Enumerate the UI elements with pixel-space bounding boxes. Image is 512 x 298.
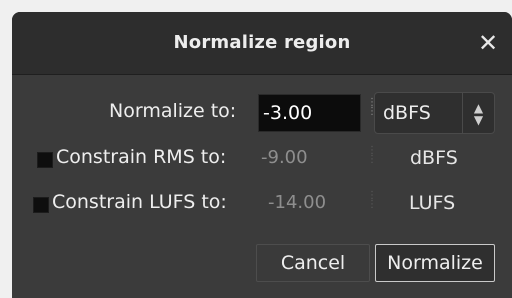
close-icon[interactable]: ✕: [474, 29, 502, 57]
dialog-title: Normalize region: [173, 32, 351, 53]
spin-icon: ⋮ ⋮: [367, 145, 377, 165]
spin-icon[interactable]: ⋮ ⋮: [367, 98, 377, 117]
constrain-lufs-checkbox[interactable]: [33, 197, 49, 213]
normalize-unit-value: dBFS: [383, 102, 431, 124]
spin-icon: ⋮ ⋮: [367, 190, 377, 210]
normalize-region-dialog: Normalize region ✕ Normalize to: -3.00 ⋮…: [12, 12, 512, 298]
title-bar: Normalize region ✕: [12, 12, 512, 75]
constrain-rms-label: Constrain RMS to:: [56, 146, 227, 168]
constrain-rms-checkbox[interactable]: [37, 152, 53, 168]
cancel-button[interactable]: Cancel: [256, 244, 370, 282]
chevron-updown-icon: ▲ ▼: [462, 93, 494, 133]
normalize-button[interactable]: Normalize: [375, 244, 495, 282]
constrain-lufs-input[interactable]: -14.00: [268, 192, 326, 213]
constrain-lufs-label: Constrain LUFS to:: [52, 191, 227, 213]
normalize-to-input[interactable]: -3.00: [258, 94, 361, 132]
constrain-rms-input[interactable]: -9.00: [261, 147, 308, 168]
constrain-lufs-unit: LUFS: [409, 192, 456, 214]
normalize-to-label: Normalize to:: [109, 100, 237, 122]
normalize-unit-select[interactable]: dBFS ▲ ▼: [374, 92, 495, 134]
constrain-rms-unit: dBFS: [410, 147, 458, 169]
